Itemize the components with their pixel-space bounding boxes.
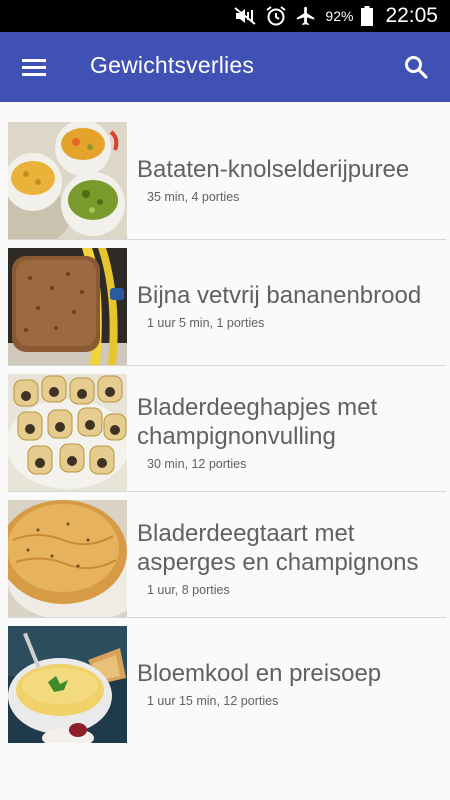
recipe-thumbnail bbox=[8, 248, 127, 365]
recipe-thumbnail bbox=[8, 500, 127, 617]
recipe-meta: 1 uur, 8 porties bbox=[147, 582, 230, 597]
recipe-title: Bladerdeegtaart met asperges en champign… bbox=[137, 519, 419, 576]
divider bbox=[8, 491, 446, 492]
recipe-meta: 30 min, 12 porties bbox=[147, 456, 247, 471]
airplane-mode-icon bbox=[295, 5, 317, 27]
alarm-icon bbox=[265, 5, 287, 27]
list-item[interactable]: Bladerdeegtaart met asperges en champign… bbox=[0, 498, 450, 624]
recipe-title: Bladerdeeghapjes met champignonvulling bbox=[137, 393, 378, 450]
recipe-meta: 1 uur 5 min, 1 porties bbox=[147, 316, 265, 330]
recipe-title: Bataten-knolselderijpuree bbox=[137, 156, 410, 183]
divider bbox=[8, 239, 446, 240]
recipe-thumbnail bbox=[8, 626, 127, 743]
recipe-text: Bladerdeegtaart met asperges en champign… bbox=[137, 498, 440, 617]
search-button[interactable] bbox=[396, 49, 436, 85]
recipe-thumbnail bbox=[8, 122, 127, 239]
recipe-text: Bijna vetvrij bananenbrood 1 uur 5 min, … bbox=[137, 246, 440, 365]
recipe-text: Bloemkool en preisoep 1 uur 15 min, 12 p… bbox=[137, 624, 440, 743]
status-icons: 92% 22:05 bbox=[233, 0, 438, 32]
hamburger-menu-icon bbox=[22, 59, 46, 76]
page-title: Gewichtsverlies bbox=[90, 52, 255, 78]
clock: 22:05 bbox=[385, 4, 438, 27]
list-item[interactable]: Bijna vetvrij bananenbrood 1 uur 5 min, … bbox=[0, 246, 450, 372]
list-item[interactable]: Bloemkool en preisoep 1 uur 15 min, 12 p… bbox=[0, 624, 450, 750]
recipe-meta: 1 uur 15 min, 12 porties bbox=[147, 694, 279, 708]
battery-percent: 92% bbox=[325, 8, 354, 24]
recipe-title: Bijna vetvrij bananenbrood bbox=[137, 282, 422, 309]
list-item[interactable]: Bladerdeeghapjes met champignonvulling 3… bbox=[0, 372, 450, 498]
recipe-list: Bataten-knolselderijpuree 35 min, 4 port… bbox=[0, 120, 450, 750]
list-item[interactable]: Bataten-knolselderijpuree 35 min, 4 port… bbox=[0, 120, 450, 246]
divider bbox=[8, 617, 446, 618]
recipe-title: Bloemkool en preisoep bbox=[137, 660, 382, 687]
recipe-thumbnail bbox=[8, 374, 127, 491]
search-icon bbox=[405, 56, 428, 79]
app-bar: Gewichtsverlies bbox=[0, 32, 450, 102]
recipe-text: Bataten-knolselderijpuree 35 min, 4 port… bbox=[137, 120, 440, 239]
status-bar: 92% 22:05 bbox=[0, 0, 450, 32]
divider bbox=[8, 365, 446, 366]
battery-icon bbox=[361, 6, 374, 26]
recipe-text: Bladerdeeghapjes met champignonvulling 3… bbox=[137, 372, 440, 491]
menu-button[interactable] bbox=[14, 49, 54, 85]
recipe-meta: 35 min, 4 porties bbox=[147, 190, 240, 204]
mute-icon bbox=[233, 6, 257, 26]
